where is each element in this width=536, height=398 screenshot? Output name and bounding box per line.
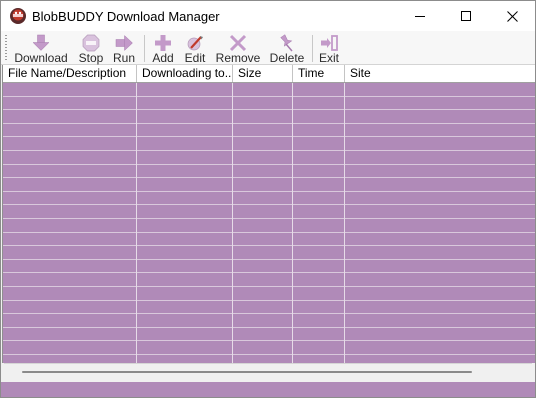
column-header-site[interactable]: Site — [345, 65, 535, 82]
pushpin-icon — [280, 34, 293, 52]
table-row[interactable] — [3, 314, 535, 328]
column-header-file-name[interactable]: File Name/Description — [3, 65, 137, 82]
window-title: BlobBUDDY Download Manager — [32, 9, 220, 24]
add-button[interactable]: Add — [148, 33, 178, 64]
pencil-icon — [187, 36, 203, 51]
column-divider — [344, 83, 345, 363]
scrollbar-thumb[interactable] — [22, 371, 472, 373]
run-arrow-icon — [115, 34, 133, 52]
table-row[interactable] — [3, 273, 535, 287]
column-divider — [136, 83, 137, 363]
toolbar: Download Stop Run Add Edit Remove Delete… — [1, 31, 535, 65]
table-row[interactable] — [3, 205, 535, 219]
maximize-icon — [460, 10, 471, 21]
edit-button[interactable]: Edit — [180, 33, 210, 64]
exit-label: Exit — [318, 51, 339, 65]
app-window: BlobBUDDY Download Manager Download Stop — [0, 0, 536, 398]
table-row[interactable] — [3, 97, 535, 111]
run-label: Run — [112, 51, 135, 65]
add-label: Add — [152, 51, 174, 65]
exit-button[interactable]: Exit — [315, 33, 343, 64]
column-divider — [232, 83, 233, 363]
table-row[interactable] — [3, 341, 535, 355]
remove-label: Remove — [215, 51, 261, 65]
table-row[interactable] — [3, 328, 535, 342]
table-row[interactable] — [3, 233, 535, 247]
edit-label: Edit — [184, 51, 206, 65]
toolbar-separator — [312, 35, 313, 62]
table-row[interactable] — [3, 178, 535, 192]
title-bar[interactable]: BlobBUDDY Download Manager — [1, 1, 535, 31]
table-row[interactable] — [3, 165, 535, 179]
exit-icon — [321, 35, 338, 51]
download-list[interactable]: File Name/Description Downloading to... … — [2, 65, 535, 363]
table-row[interactable] — [3, 110, 535, 124]
table-row[interactable] — [3, 287, 535, 301]
remove-button[interactable]: Remove — [213, 33, 263, 64]
horizontal-scrollbar[interactable] — [4, 363, 532, 383]
toolbar-separator — [144, 35, 145, 62]
close-button[interactable] — [489, 1, 535, 31]
table-row[interactable] — [3, 151, 535, 165]
list-header: File Name/Description Downloading to... … — [3, 65, 535, 83]
download-label: Download — [14, 51, 68, 65]
table-row[interactable] — [3, 260, 535, 274]
x-icon — [229, 34, 247, 52]
table-row[interactable] — [3, 246, 535, 260]
download-button[interactable]: Download — [11, 33, 71, 64]
run-button[interactable]: Run — [109, 33, 139, 64]
stop-button[interactable]: Stop — [75, 33, 107, 64]
toolbar-grip[interactable] — [5, 35, 7, 61]
table-row[interactable] — [3, 301, 535, 315]
minimize-icon — [414, 15, 425, 17]
stop-sign-icon — [82, 34, 100, 52]
stop-label: Stop — [78, 51, 104, 65]
table-row[interactable] — [3, 83, 535, 97]
column-header-time[interactable]: Time — [293, 65, 345, 82]
status-bar — [1, 382, 535, 397]
table-row[interactable] — [3, 124, 535, 138]
plus-icon — [155, 35, 171, 51]
minimize-button[interactable] — [397, 1, 443, 31]
table-row[interactable] — [3, 192, 535, 206]
download-arrow-icon — [32, 34, 50, 51]
list-rows — [3, 83, 535, 363]
column-header-size[interactable]: Size — [233, 65, 293, 82]
table-row[interactable] — [3, 137, 535, 151]
table-row[interactable] — [3, 219, 535, 233]
column-divider — [292, 83, 293, 363]
maximize-button[interactable] — [443, 1, 489, 31]
delete-label: Delete — [269, 51, 305, 65]
close-icon — [506, 10, 518, 22]
delete-button[interactable]: Delete — [267, 33, 307, 64]
column-header-downloading-to[interactable]: Downloading to... — [137, 65, 233, 82]
app-icon[interactable] — [9, 7, 27, 25]
